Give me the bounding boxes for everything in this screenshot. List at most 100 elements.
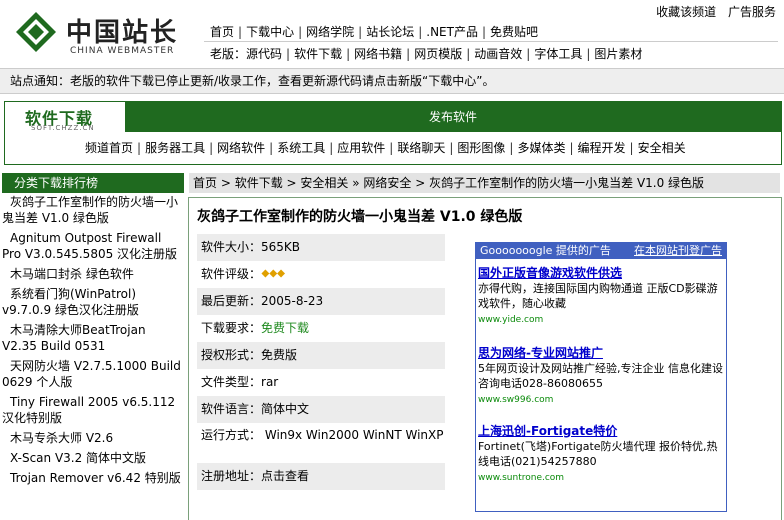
soft-nav-graphics[interactable]: 图形图像: [457, 141, 505, 155]
soft-nav-chat[interactable]: 联络聊天: [397, 141, 445, 155]
prop-environment: 运行方式： Win9x Win2000 WinNT WinXP: [197, 423, 445, 463]
main-nav: 首页 | 下载中心 | 网络学院 | 站长论坛 | .NET产品 | 免费贴吧: [204, 22, 778, 42]
prop-label: 软件语言：: [201, 402, 262, 416]
ranking-link[interactable]: 木马清除大师BeatTrojan V2.35 Build 0531: [2, 323, 146, 353]
software-logo[interactable]: 软件下载 SOFT.CHZZ.CN: [5, 102, 125, 132]
nav-source-code[interactable]: 源代码: [246, 44, 282, 64]
old-nav: 老版：源代码 | 软件下载 | 网络书籍 | 网页模版 | 动画音效 | 字体工具 | 图片素材: [204, 44, 778, 64]
list-item[interactable]: X-Scan V3.2 简体中文版: [2, 449, 184, 469]
nav-software[interactable]: 软件下载: [294, 44, 342, 64]
ranking-link[interactable]: 天网防火墙 V2.7.5.1000 Build 0629 个人版: [2, 359, 181, 389]
list-item[interactable]: 灰鸽子工作室制作的防火墙一小鬼当差 V1.0 绿色版: [2, 193, 184, 229]
nav-free-bar[interactable]: 免费贴吧: [490, 22, 538, 42]
soft-nav-multimedia[interactable]: 多媒体类: [517, 141, 565, 155]
prop-label: 下载要求：: [201, 321, 262, 335]
crumb-home[interactable]: 首页: [193, 176, 217, 190]
ranking-link[interactable]: X-Scan V3.2 简体中文版: [10, 451, 146, 465]
ad-box: Gooooooogle 提供的广告 在本网站刊登广告 国外正版音像游戏软件供选 …: [475, 242, 727, 512]
list-item[interactable]: 系统看门狗(WinPatrol) v9.7.0.9 绿色汉化注册版: [2, 285, 184, 321]
page-title: 灰鸽子工作室制作的防火墙一小鬼当差 V1.0 绿色版: [197, 209, 523, 225]
ad-item[interactable]: 思为网络-专业网站推广 5年网页设计及网站推广经验,专注企业 信息化建设 咨询电…: [478, 345, 724, 407]
crumb-software[interactable]: 软件下载: [235, 176, 283, 190]
ad-title[interactable]: 国外正版音像游戏软件供选: [478, 265, 724, 281]
list-item[interactable]: 天网防火墙 V2.7.5.1000 Build 0629 个人版: [2, 357, 184, 393]
ad-item[interactable]: 上海迅创-Fortigate特价 Fortinet(飞塔)Fortigate防火…: [478, 423, 724, 485]
ad-title[interactable]: 上海迅创-Fortigate特价: [478, 423, 724, 439]
soft-nav-apps[interactable]: 应用软件: [337, 141, 385, 155]
soft-nav-network[interactable]: 网络软件: [217, 141, 265, 155]
rating-stars-icon: ⯁⯁⯁: [261, 268, 285, 281]
soft-nav-dev[interactable]: 编程开发: [578, 141, 626, 155]
prop-value: 565KB: [261, 240, 301, 254]
prop-label: 软件评级：: [201, 267, 262, 281]
ranking-link[interactable]: 系统看门狗(WinPatrol) v9.7.0.9 绿色汉化注册版: [2, 287, 139, 317]
ad-item[interactable]: 国外正版音像游戏软件供选 亦得代购，连接国际国内购物通道 正版CD影碟游戏软件，…: [478, 265, 724, 327]
publish-software-link[interactable]: 发布软件: [429, 110, 477, 124]
free-download-link[interactable]: 免费下载: [261, 321, 309, 335]
nav-dotnet[interactable]: .NET产品: [426, 22, 478, 42]
ad-service-link[interactable]: 广告服务: [728, 5, 776, 19]
ad-desc: 亦得代购，连接国际国内购物通道 正版CD影碟游戏软件，随心收藏: [478, 282, 718, 310]
prop-label: 文件类型：: [201, 375, 262, 389]
soft-nav-security[interactable]: 安全相关: [638, 141, 686, 155]
logo-cn-text: 中国站长: [66, 18, 179, 48]
crumb-netsec[interactable]: 网络安全: [363, 176, 411, 190]
ad-provider[interactable]: Gooooooogle 提供的广告: [480, 244, 611, 257]
nav-home[interactable]: 首页: [210, 22, 234, 42]
ranking-link[interactable]: 木马专杀大师 V2.6: [10, 431, 113, 445]
register-link[interactable]: 点击查看: [261, 469, 309, 483]
site-logo[interactable]: 中国站长 CHINA WEBMASTER: [14, 8, 194, 62]
ranking-link[interactable]: Tiny Firewall 2005 v6.5.112 汉化特别版: [2, 395, 175, 425]
nav-download-center[interactable]: 下载中心: [246, 22, 294, 42]
list-item[interactable]: 木马专杀大师 V2.6: [2, 429, 184, 449]
prop-size: 软件大小：565KB: [197, 234, 445, 261]
prop-license: 授权形式：免费版: [197, 342, 445, 369]
ranking-link[interactable]: 灰鸽子工作室制作的防火墙一小鬼当差 V1.0 绿色版: [2, 195, 178, 225]
nav-images[interactable]: 图片素材: [594, 44, 642, 64]
crumb-current: 灰鸽子工作室制作的防火墙一小鬼当差 V1.0 绿色版: [429, 176, 705, 190]
prop-updated: 最后更新：2005-8-23: [197, 288, 445, 315]
ad-url[interactable]: www.sw996.com: [478, 393, 724, 407]
list-item[interactable]: 木马端口封杀 绿色软件: [2, 265, 184, 285]
prop-register: 注册地址：点击查看: [197, 463, 445, 490]
software-banner: 软件下载 SOFT.CHZZ.CN 发布软件 频道首页 | 服务器工具 | 网络软件 | 系…: [4, 101, 782, 165]
soft-nav-server[interactable]: 服务器工具: [145, 141, 205, 155]
publish-bar: 发布软件: [125, 102, 781, 132]
old-nav-prefix: 老版：: [210, 47, 247, 61]
prop-value: 2005-8-23: [261, 294, 324, 308]
prop-value: 免费版: [261, 348, 298, 362]
nav-templates[interactable]: 网页模版: [414, 44, 462, 64]
nav-forum[interactable]: 站长论坛: [366, 22, 414, 42]
list-item[interactable]: Agnitum Outpost Firewall Pro V3.0.545.58…: [2, 229, 184, 265]
software-detail: 灰鸽子工作室制作的防火墙一小鬼当差 V1.0 绿色版 软件大小：565KB 软件…: [188, 197, 782, 520]
ranking-link[interactable]: Trojan Remover v6.42 特别版: [10, 471, 181, 485]
software-logo-sub: SOFT.CHZZ.CN: [31, 124, 95, 132]
list-item[interactable]: Tiny Firewall 2005 v6.5.112 汉化特别版: [2, 393, 184, 429]
sidebar-title: 分类下载排行榜: [2, 173, 184, 193]
nav-fonts[interactable]: 字体工具: [534, 44, 582, 64]
ad-url[interactable]: www.suntrone.com: [478, 471, 724, 485]
nav-academy[interactable]: 网络学院: [306, 22, 354, 42]
soft-nav-system[interactable]: 系统工具: [277, 141, 325, 155]
breadcrumb: 首页 > 软件下载 > 安全相关 » 网络安全 > 灰鸽子工作室制作的防火墙一小…: [188, 173, 780, 193]
prop-value: 简体中文: [261, 402, 310, 416]
prop-value: rar: [261, 375, 279, 389]
soft-nav-home[interactable]: 频道首页: [85, 141, 133, 155]
ad-advertise-link[interactable]: 在本网站刊登广告: [634, 243, 722, 259]
ad-url[interactable]: www.yide.com: [478, 313, 724, 327]
property-table: 软件大小：565KB 软件评级：⯁⯁⯁ 最后更新：2005-8-23 下载要求：…: [197, 234, 445, 490]
list-item[interactable]: 木马清除大师BeatTrojan V2.35 Build 0531: [2, 321, 184, 357]
crumb-security[interactable]: 安全相关: [300, 176, 348, 190]
nav-animation[interactable]: 动画音效: [474, 44, 522, 64]
prop-label: 软件大小：: [201, 240, 262, 254]
prop-label: 运行方式：: [201, 428, 262, 442]
bookmark-link[interactable]: 收藏该频道: [656, 5, 716, 19]
crumb-chevron-icon: »: [352, 176, 360, 190]
site-header: 中国站长 CHINA WEBMASTER 收藏该频道 广告服务 首页 | 下载中心 |…: [0, 0, 784, 68]
ranking-link[interactable]: Agnitum Outpost Firewall Pro V3.0.545.58…: [2, 231, 177, 261]
ranking-link[interactable]: 木马端口封杀 绿色软件: [10, 267, 134, 281]
ad-title[interactable]: 思为网络-专业网站推广: [478, 345, 724, 361]
ranking-list: 灰鸽子工作室制作的防火墙一小鬼当差 V1.0 绿色版 Agnitum Outpo…: [2, 193, 184, 489]
list-item[interactable]: Trojan Remover v6.42 特别版: [2, 469, 184, 489]
nav-books[interactable]: 网络书籍: [354, 44, 402, 64]
